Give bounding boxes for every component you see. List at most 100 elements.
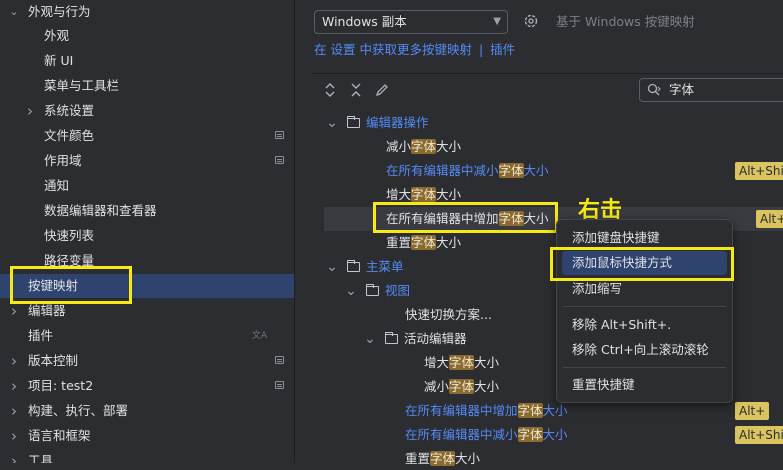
settings-item[interactable]: › 系统设置 xyxy=(0,99,294,123)
settings-item[interactable]: 数据编辑器和查看器 xyxy=(0,199,294,223)
action-label: 重置字体大小 xyxy=(405,451,481,466)
chevron-right-icon[interactable]: › xyxy=(7,424,21,448)
action-item[interactable]: 减小字体大小 xyxy=(424,376,499,398)
shortcut-badge: Alt+Shi xyxy=(735,426,783,444)
gear-icon[interactable] xyxy=(522,12,540,30)
settings-item-label: 系统设置 xyxy=(44,103,95,118)
action-group[interactable]: 活动编辑器 xyxy=(385,328,467,350)
settings-item[interactable]: 菜单与工具栏 xyxy=(0,74,294,98)
collapse-all-icon[interactable] xyxy=(348,82,364,98)
based-on-label: 基于 Windows 按键映射 xyxy=(556,14,695,29)
project-scope-icon xyxy=(275,131,284,139)
shortcut-badge: Alt+S xyxy=(756,210,783,228)
menu-separator xyxy=(563,367,726,368)
action-label: 活动编辑器 xyxy=(404,331,467,346)
action-label: 在所有编辑器中减小字体大小 xyxy=(386,163,549,178)
chevron-down-icon[interactable]: ⌄ xyxy=(326,260,338,274)
project-scope-icon xyxy=(275,356,284,364)
settings-item-label: 工具 xyxy=(28,453,54,463)
settings-item-label: 作用域 xyxy=(44,153,82,168)
action-item[interactable]: 重置字体大小 xyxy=(405,448,480,470)
context-menu-item[interactable]: 移除 Alt+Shift+. xyxy=(562,313,727,337)
settings-item-label: 通知 xyxy=(44,178,70,193)
get-more-keymaps-link[interactable]: 在 设置 中获取更多按键映射 xyxy=(314,42,472,57)
action-label: 重置字体大小 xyxy=(386,235,462,250)
settings-item[interactable]: 新 UI xyxy=(0,49,294,73)
settings-item-label: 插件 xyxy=(28,328,54,343)
settings-item-label: 菜单与工具栏 xyxy=(44,78,120,93)
settings-item[interactable]: › 项目: test2 xyxy=(0,374,294,398)
settings-item[interactable]: 插件 文A xyxy=(0,324,294,348)
folder-icon xyxy=(347,116,360,128)
action-item[interactable]: 增大字体大小 xyxy=(424,352,499,374)
settings-item[interactable]: 通知 xyxy=(0,174,294,198)
edit-icon[interactable] xyxy=(374,82,390,98)
action-label: 视图 xyxy=(385,283,411,298)
project-scope-icon xyxy=(275,156,284,164)
settings-item[interactable]: ⌄ 外观与行为 xyxy=(0,0,294,24)
action-item[interactable]: 在所有编辑器中增加字体大小 xyxy=(405,400,568,422)
action-label: 在所有编辑器中增加字体大小 xyxy=(405,403,568,418)
context-menu-item[interactable]: 移除 Ctrl+向上滚动滚轮 xyxy=(562,338,727,362)
keymap-select[interactable]: Windows 副本 ▼ xyxy=(314,10,508,34)
keymap-select-value: Windows 副本 xyxy=(322,14,407,29)
chevron-down-icon[interactable]: ⌄ xyxy=(326,116,338,130)
translate-icon: 文A xyxy=(251,331,267,341)
context-menu-item[interactable]: 重置快捷键 xyxy=(562,373,727,397)
chevron-down-icon[interactable]: ⌄ xyxy=(364,332,376,346)
chevron-down-icon: ▼ xyxy=(493,16,501,27)
chevron-right-icon[interactable]: › xyxy=(7,349,21,373)
action-label: 在所有编辑器中减小字体大小 xyxy=(405,427,568,442)
settings-item-label: 外观 xyxy=(44,28,70,43)
settings-item[interactable]: 外观 xyxy=(0,24,294,48)
settings-item[interactable]: › 工具 xyxy=(0,449,294,463)
chevron-right-icon[interactable]: › xyxy=(23,99,37,123)
settings-item-label: 项目: test2 xyxy=(28,378,94,393)
link-separator: | xyxy=(478,42,484,57)
search-icon xyxy=(646,82,662,101)
action-item[interactable]: 快速切换方案... xyxy=(405,304,492,326)
project-scope-icon xyxy=(275,381,284,389)
chevron-down-icon[interactable]: ⌄ xyxy=(345,284,357,298)
settings-item-label: 快速列表 xyxy=(44,228,95,243)
settings-item-label: 数据编辑器和查看器 xyxy=(44,203,157,218)
settings-item-label: 语言和框架 xyxy=(28,428,91,443)
settings-item-label: 新 UI xyxy=(44,53,74,68)
get-more-keymaps-line: 在 设置 中获取更多按键映射 | 插件 xyxy=(314,41,515,59)
folder-icon xyxy=(347,260,360,272)
action-item[interactable]: 在所有编辑器中减小字体大小 xyxy=(386,160,549,182)
chevron-right-icon[interactable]: › xyxy=(7,374,21,398)
settings-item-label: 文件颜色 xyxy=(44,128,95,143)
action-group[interactable]: 编辑器操作 xyxy=(347,112,429,134)
settings-item[interactable]: 作用域 xyxy=(0,149,294,173)
action-label: 减小字体大小 xyxy=(386,139,462,154)
expand-all-icon[interactable] xyxy=(322,82,338,98)
annotation-box-menu-item xyxy=(550,247,734,281)
action-group[interactable]: 视图 xyxy=(366,280,410,302)
chevron-right-icon[interactable]: › xyxy=(7,449,21,463)
settings-item[interactable]: › 版本控制 xyxy=(0,349,294,373)
action-item[interactable]: 在所有编辑器中减小字体大小 xyxy=(405,424,568,446)
settings-item[interactable]: › 构建、执行、部署 xyxy=(0,399,294,423)
annotation-box-action xyxy=(373,202,558,233)
search-field[interactable]: 字体 xyxy=(639,78,783,102)
settings-item-label: 外观与行为 xyxy=(28,4,91,19)
chevron-down-icon[interactable]: ⌄ xyxy=(7,0,21,24)
action-item[interactable]: 减小字体大小 xyxy=(386,136,461,158)
annotation-box-keymap xyxy=(10,266,132,304)
toolbar-separator xyxy=(312,73,783,74)
action-group[interactable]: 主菜单 xyxy=(347,256,404,278)
action-label: 主菜单 xyxy=(366,259,404,274)
settings-item[interactable]: 文件颜色 xyxy=(0,124,294,148)
plugins-link[interactable]: 插件 xyxy=(490,42,515,57)
action-item[interactable]: 重置字体大小 xyxy=(386,232,461,254)
settings-tree: ⌄ 外观与行为外观新 UI 菜单与工具栏 › 系统设置文件颜色作用域通知数据编辑器和查看… xyxy=(0,0,294,463)
action-label: 快速切换方案... xyxy=(405,307,492,322)
shortcut-badge: Alt+ xyxy=(735,402,770,420)
action-label: 减小字体大小 xyxy=(424,379,500,394)
settings-item[interactable]: › 语言和框架 xyxy=(0,424,294,448)
settings-item-label: 构建、执行、部署 xyxy=(28,403,129,418)
chevron-right-icon[interactable]: › xyxy=(7,399,21,423)
settings-item[interactable]: 快速列表 xyxy=(0,224,294,248)
search-input[interactable]: 字体 xyxy=(669,79,694,101)
